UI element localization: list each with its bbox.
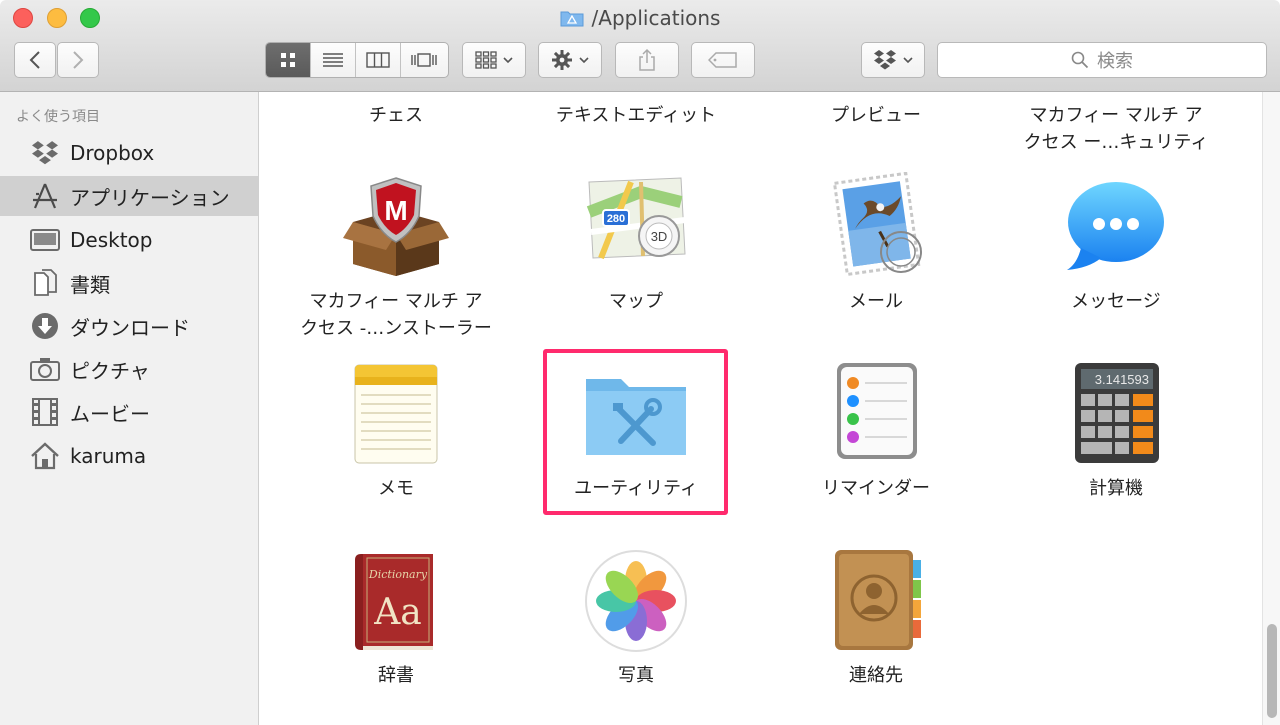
back-button[interactable] — [14, 42, 56, 78]
dropbox-icon — [874, 50, 896, 70]
sidebar-item-label: ピクチャ — [70, 358, 150, 383]
calculator-display: 3.141593 — [1095, 372, 1149, 387]
tag-icon — [708, 52, 737, 68]
sidebar-item-label: アプリケーション — [70, 185, 230, 210]
forward-button[interactable] — [57, 42, 99, 78]
tag-button[interactable] — [691, 42, 755, 78]
file-label-mcafee-security[interactable]: マカフィー マルチ ア クセス ー…キュリティ — [1006, 102, 1226, 156]
notes-icon[interactable] — [341, 359, 451, 469]
photos-icon[interactable] — [581, 546, 691, 656]
icon-view-button[interactable] — [266, 43, 311, 77]
sidebar-item-desktop[interactable]: Desktop — [0, 220, 258, 260]
gear-icon — [552, 50, 572, 70]
view-mode-control — [265, 42, 449, 78]
sidebar-item-label: 書類 — [70, 272, 110, 297]
file-label-mcafee-installer[interactable]: マカフィー マルチ ア クセス -…ンストーラー — [286, 288, 506, 342]
svg-text:M: M — [384, 195, 407, 226]
file-label-reminders[interactable]: リマインダー — [766, 475, 986, 502]
file-label-messages[interactable]: メッセージ — [1006, 288, 1226, 315]
file-label-notes[interactable]: メモ — [286, 475, 506, 502]
scrollbar-thumb[interactable] — [1267, 624, 1277, 718]
window-title-text: /Applications — [591, 6, 721, 30]
messages-icon[interactable] — [1061, 172, 1171, 282]
column-view-button[interactable] — [356, 43, 401, 77]
columns-icon — [366, 52, 390, 68]
file-label-textedit[interactable]: テキストエディット — [526, 102, 746, 129]
documents-icon — [30, 268, 60, 298]
maps-3d-badge-text: 3D — [651, 229, 668, 244]
dictionary-cover-letters: Aa — [373, 592, 421, 633]
sidebar-item-label: Dropbox — [70, 141, 155, 165]
file-grid: チェス テキストエディット プレビュー マカフィー マルチ ア クセス ー…キュ… — [260, 92, 1260, 725]
file-label-mail[interactable]: メール — [766, 288, 986, 315]
contacts-icon[interactable] — [821, 546, 931, 656]
highlight-box — [543, 349, 728, 515]
camera-icon — [30, 354, 60, 384]
chevron-down-icon — [579, 57, 589, 64]
sidebar-header: よく使う項目 — [16, 109, 100, 125]
sidebar-item-home[interactable]: karuma — [0, 436, 258, 476]
file-label-calculator[interactable]: 計算機 — [1006, 475, 1226, 502]
search-icon — [1071, 51, 1089, 69]
calculator-icon[interactable]: 3.141593 — [1061, 359, 1171, 469]
sidebar-item-pictures[interactable]: ピクチャ — [0, 349, 258, 389]
list-view-button[interactable] — [311, 43, 356, 77]
sidebar: よく使う項目 Dropbox アプリケーション Desktop 書類 ダウンロー… — [0, 92, 259, 725]
sidebar-item-documents[interactable]: 書類 — [0, 263, 258, 303]
file-label-photos[interactable]: 写真 — [526, 662, 746, 689]
arrange-button[interactable] — [462, 42, 526, 78]
sidebar-item-downloads[interactable]: ダウンロード — [0, 306, 258, 346]
list-icon — [323, 53, 343, 67]
reminders-icon[interactable] — [821, 359, 931, 469]
window-title: /Applications — [0, 6, 1280, 30]
chevron-right-icon — [73, 51, 84, 69]
share-icon — [639, 48, 655, 71]
coverflow-view-button[interactable] — [401, 43, 446, 77]
action-button[interactable] — [538, 42, 602, 78]
highway-sign-text: 280 — [607, 213, 625, 225]
sidebar-item-label: ムービー — [70, 401, 150, 426]
dictionary-cover-title: Dictionary — [368, 568, 428, 581]
file-label-dictionary[interactable]: 辞書 — [286, 662, 506, 689]
vertical-scrollbar[interactable] — [1262, 92, 1280, 725]
dropbox-toolbar-button[interactable] — [861, 42, 925, 78]
sidebar-item-applications[interactable]: アプリケーション — [0, 176, 258, 216]
film-icon — [30, 397, 60, 427]
mail-icon[interactable] — [821, 172, 931, 282]
mcafee-installer-icon[interactable]: M — [341, 172, 451, 282]
file-label-chess[interactable]: チェス — [286, 102, 506, 129]
sidebar-item-label: karuma — [70, 444, 147, 468]
search-field[interactable]: 検索 — [937, 42, 1267, 78]
dictionary-icon[interactable]: Dictionary Aa — [341, 546, 451, 656]
home-icon — [30, 441, 60, 471]
sidebar-item-label: Desktop — [70, 228, 153, 252]
chevron-left-icon — [29, 51, 40, 69]
sidebar-item-movies[interactable]: ムービー — [0, 392, 258, 432]
downloads-icon — [30, 311, 60, 341]
chevron-down-icon — [503, 57, 513, 64]
file-label-maps[interactable]: マップ — [526, 288, 746, 315]
file-label-contacts[interactable]: 連絡先 — [766, 662, 986, 689]
file-label-preview[interactable]: プレビュー — [766, 102, 986, 129]
chevron-down-icon — [903, 57, 913, 64]
arrange-icon — [475, 51, 497, 69]
grid-icon — [281, 53, 295, 67]
desktop-icon — [30, 225, 60, 255]
dropbox-icon — [30, 138, 60, 168]
coverflow-icon — [410, 53, 437, 67]
applications-icon — [30, 181, 60, 211]
share-button[interactable] — [615, 42, 679, 78]
search-placeholder: 検索 — [1097, 51, 1133, 72]
title-toolbar: /Applications 検索 — [0, 0, 1280, 92]
maps-icon[interactable]: 280 3D — [581, 172, 691, 282]
folder-icon — [560, 8, 584, 27]
sidebar-item-dropbox[interactable]: Dropbox — [0, 133, 258, 173]
finder-window: /Applications 検索 よく使う項目 Dropbox アプリケーション… — [0, 0, 1280, 725]
sidebar-item-label: ダウンロード — [70, 315, 190, 340]
